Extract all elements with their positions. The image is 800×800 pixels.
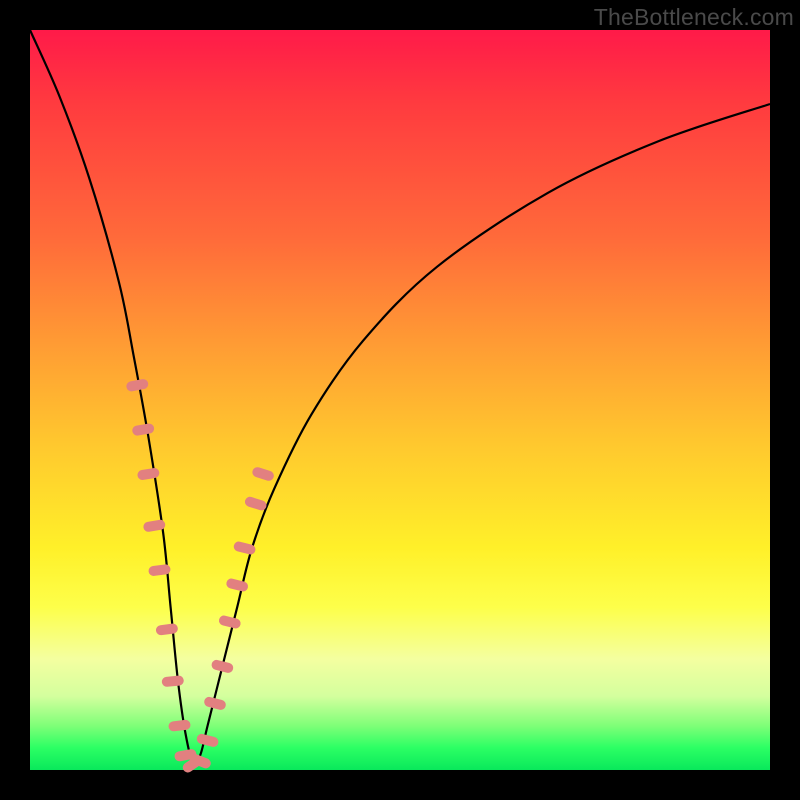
curve-svg xyxy=(30,30,770,770)
watermark-text: TheBottleneck.com xyxy=(594,4,794,31)
curve-marker xyxy=(126,378,149,392)
curve-marker xyxy=(211,659,235,674)
curve-marker xyxy=(155,623,178,636)
curve-marker xyxy=(196,733,220,748)
plot-area xyxy=(30,30,770,770)
curve-marker xyxy=(225,577,249,592)
curve-marker xyxy=(251,466,275,482)
curve-marker xyxy=(218,614,242,629)
curve-marker xyxy=(244,496,268,512)
curve-marker xyxy=(161,675,184,687)
chart-frame: TheBottleneck.com xyxy=(0,0,800,800)
bottleneck-curve xyxy=(30,30,770,764)
curve-marker xyxy=(137,467,160,480)
curve-marker xyxy=(132,423,155,436)
curve-marker xyxy=(168,719,191,731)
